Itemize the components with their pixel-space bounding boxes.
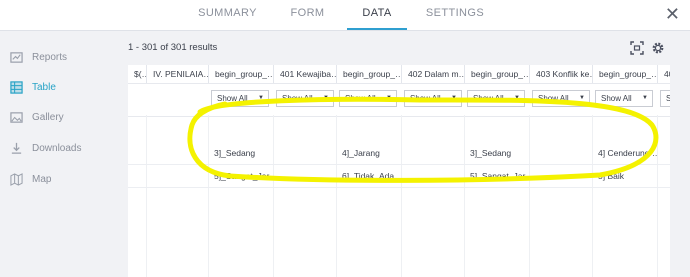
highlight-annotation	[187, 96, 659, 183]
